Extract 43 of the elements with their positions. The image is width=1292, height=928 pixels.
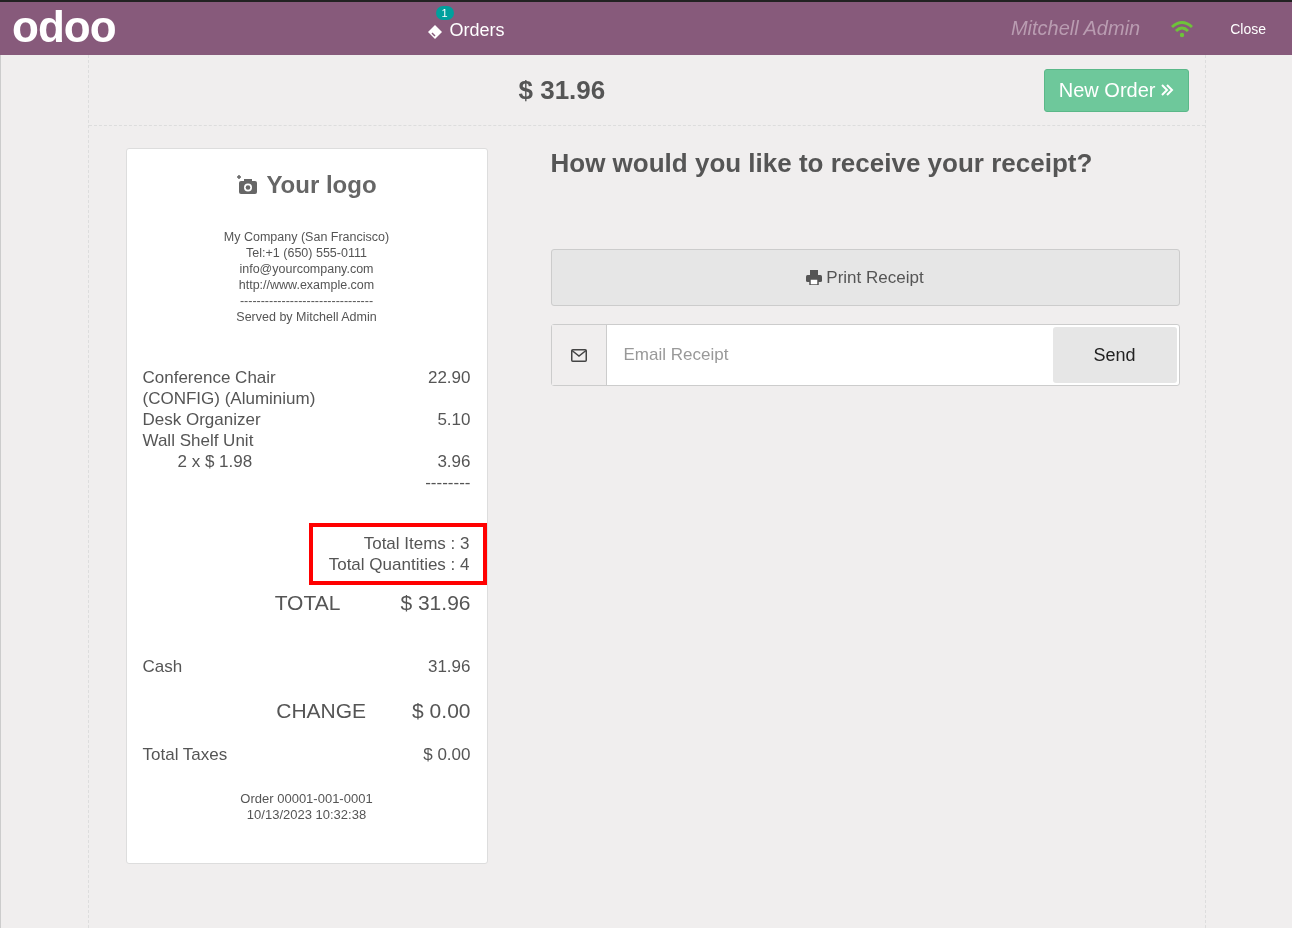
company-info-line: info@yourcompany.com	[238, 261, 375, 277]
quantity-detail: 2 x $ 1.98	[176, 451, 253, 472]
taxes-label: Total Taxes	[142, 745, 228, 765]
wifi-icon	[1170, 19, 1195, 38]
company-info-line: --------------------------------	[238, 293, 375, 309]
taxes-value: $ 0.00	[423, 745, 471, 765]
orders-count-badge: 1	[435, 6, 454, 20]
company-info-line: http://www.example.com	[237, 277, 376, 293]
company-info-line: Tel:+1 (650) 555-0111	[245, 245, 368, 261]
product-name: Wall Shelf Unit	[142, 430, 254, 451]
double-chevron-icon	[1159, 83, 1174, 97]
order-total: $ 31.96	[518, 74, 606, 106]
product-name: Conference Chair	[142, 367, 276, 388]
company-info-line: My Company (San Francisco)	[222, 229, 391, 245]
orders-button[interactable]: 1 Orders	[423, 6, 507, 43]
envelope-icon	[570, 348, 587, 362]
product-name: (CONFIG) (Aluminium)	[142, 388, 316, 409]
company-info-line: Served by Mitchell Admin	[235, 309, 378, 325]
odoo-logo: odoo	[12, 4, 116, 49]
user-name: Mitchell Admin	[1010, 17, 1141, 40]
product-name: Desk Organizer	[142, 409, 261, 430]
order-info-line: Order 00001-001-0001	[239, 791, 374, 807]
order-info-line: 10/13/2023 10:32:38	[245, 807, 368, 823]
close-button[interactable]: Close	[1224, 19, 1272, 38]
payment-method: Cash	[142, 657, 183, 677]
camera-icon	[236, 175, 259, 195]
line-price: 22.90	[427, 367, 471, 388]
summary-line: Total Quantities : 4	[328, 554, 470, 575]
summary-line: Total Items : 3	[362, 533, 470, 554]
printer-icon	[806, 270, 823, 285]
print-receipt-button[interactable]: Print Receipt	[550, 249, 1180, 306]
change-label: CHANGE	[276, 699, 367, 723]
send-button[interactable]: Send	[1052, 327, 1177, 383]
email-receipt-field[interactable]: Email Receipt Send	[550, 324, 1180, 386]
line-price: 3.96	[437, 451, 471, 472]
receipt-question: How would you like to receive your receipt?	[550, 148, 1094, 179]
logo-placeholder-text: Your logo	[266, 171, 377, 199]
change-value: $ 0.00	[412, 699, 471, 723]
total-label: TOTAL	[274, 591, 341, 615]
payment-amount: 31.96	[427, 657, 471, 677]
separator-dashes: --------	[424, 472, 471, 493]
total-value: $ 31.96	[400, 591, 471, 615]
line-price: 5.10	[437, 409, 471, 430]
